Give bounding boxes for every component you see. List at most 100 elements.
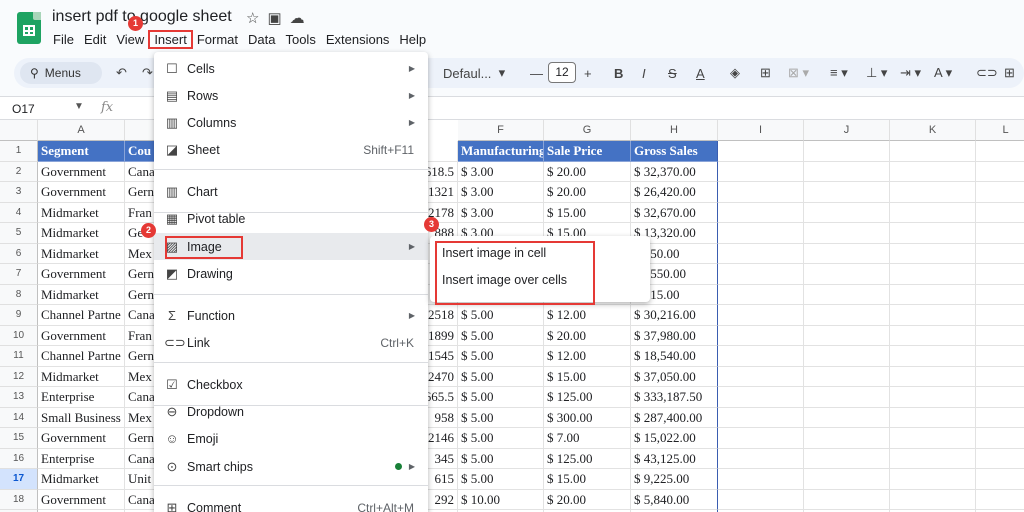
column-header[interactable]: G [544,120,631,141]
strikethrough-icon[interactable]: S [668,62,677,84]
row-header[interactable]: 12 [0,366,38,387]
table-cell[interactable] [890,264,976,285]
insert-link-icon[interactable]: ⊂⊃ [976,62,998,84]
merge-cells-icon[interactable]: ⊠ ▾ [788,62,809,84]
vertical-align-icon[interactable]: ⊥ ▾ [866,62,887,84]
table-cell[interactable]: $ 37,050.00 [631,366,718,387]
column-header[interactable]: J [804,120,890,141]
table-cell[interactable] [976,346,1024,367]
menu-insert[interactable]: Insert [148,30,193,49]
table-cell[interactable]: $ 5.00 [458,346,544,367]
menu-item-link[interactable]: ⊂⊃ Link Ctrl+K [154,329,428,356]
column-header[interactable]: L [976,120,1024,141]
table-cell[interactable] [890,407,976,428]
table-cell[interactable]: Enterprise [38,448,125,469]
table-cell[interactable] [804,366,890,387]
increase-font-icon[interactable]: + [584,62,592,84]
table-cell[interactable]: $ 43,125.00 [631,448,718,469]
table-cell[interactable]: Enterprise [38,387,125,408]
table-cell[interactable] [976,305,1024,326]
table-cell[interactable] [890,387,976,408]
table-cell[interactable]: Midmarket [38,469,125,490]
menu-extensions[interactable]: Extensions [321,31,395,48]
row-header[interactable]: 4 [0,202,38,223]
decrease-font-icon[interactable]: — [530,62,543,84]
table-cell[interactable]: $ 20.00 [544,182,631,203]
table-cell[interactable] [804,141,890,162]
font-family-select[interactable]: Defaul... ▾ [443,62,505,84]
menu-tools[interactable]: Tools [280,31,320,48]
font-size-input[interactable]: 12 [548,62,576,83]
table-cell[interactable] [976,182,1024,203]
table-cell[interactable]: Sale Price [544,141,631,162]
table-cell[interactable]: $ 3.00 [458,202,544,223]
table-cell[interactable]: $ 287,400.00 [631,407,718,428]
table-cell[interactable]: $ 5.00 [458,325,544,346]
table-cell[interactable] [804,264,890,285]
table-cell[interactable] [718,202,804,223]
menu-item-function[interactable]: Σ Function ▶ [154,302,428,329]
table-cell[interactable]: $ 9,225.00 [631,469,718,490]
table-cell[interactable] [976,285,1024,305]
menu-item-emoji[interactable]: ☺ Emoji [154,425,428,452]
table-cell[interactable]: Government [38,182,125,203]
table-cell[interactable]: $ 12.00 [544,305,631,326]
table-cell[interactable]: $ 10.00 [458,489,544,510]
table-cell[interactable]: $ 7.00 [544,428,631,449]
table-cell[interactable]: Government [38,264,125,285]
row-header[interactable]: 13 [0,387,38,408]
text-wrap-icon[interactable]: ⇥ ▾ [900,62,921,84]
table-cell[interactable] [718,325,804,346]
table-cell[interactable] [804,182,890,203]
row-header[interactable]: 3 [0,182,38,203]
table-cell[interactable] [890,346,976,367]
table-cell[interactable]: $ 12.00 [544,346,631,367]
table-cell[interactable] [890,428,976,449]
sheets-logo-icon[interactable] [17,12,41,44]
table-cell[interactable]: $ 3.00 [458,161,544,182]
table-cell[interactable]: Channel Partne [38,305,125,326]
italic-icon[interactable]: I [642,62,646,84]
horizontal-align-icon[interactable]: ≡ ▾ [830,62,848,84]
column-header[interactable]: F [458,120,544,141]
table-cell[interactable] [718,387,804,408]
table-cell[interactable] [804,202,890,223]
table-cell[interactable] [718,366,804,387]
bold-icon[interactable]: B [614,62,623,84]
cloud-status-icon[interactable]: ☁ [290,9,305,27]
table-cell[interactable] [976,490,1024,510]
table-cell[interactable]: $ 300.00 [544,407,631,428]
table-cell[interactable]: $ 15.00 [544,366,631,387]
fill-color-icon[interactable]: ◈ [730,62,740,84]
name-box-dropdown-icon[interactable]: ▼ [74,101,84,112]
menu-item-sheet[interactable]: ◪ Sheet Shift+F11 [154,136,428,163]
table-cell[interactable]: Midmarket [38,243,125,264]
column-header[interactable]: K [890,120,976,141]
redo-icon[interactable]: ↷ [142,62,153,84]
table-cell[interactable] [890,284,976,305]
row-header[interactable]: 9 [0,305,38,326]
table-cell[interactable] [718,346,804,367]
star-icon[interactable]: ☆ [246,9,259,27]
table-cell[interactable] [976,203,1024,223]
menu-item-chart[interactable]: ▥ Chart [154,178,428,205]
column-header[interactable]: I [718,120,804,141]
table-cell[interactable] [718,284,804,305]
menu-file[interactable]: File [48,31,79,48]
name-box[interactable]: O17 [12,102,35,116]
column-header[interactable]: H [631,120,718,141]
menu-item-comment[interactable]: ⊞ Comment Ctrl+Alt+M [154,494,428,512]
table-cell[interactable] [890,325,976,346]
table-cell[interactable] [804,448,890,469]
table-cell[interactable] [890,489,976,510]
table-cell[interactable] [976,264,1024,285]
table-cell[interactable]: Government [38,428,125,449]
menu-item-rows[interactable]: ▤ Rows ▶ [154,82,428,109]
table-cell[interactable] [890,223,976,244]
table-cell[interactable] [718,264,804,285]
table-cell[interactable] [804,407,890,428]
borders-icon[interactable]: ⊞ [760,62,771,84]
table-cell[interactable] [718,161,804,182]
table-cell[interactable] [804,428,890,449]
table-cell[interactable] [718,489,804,510]
